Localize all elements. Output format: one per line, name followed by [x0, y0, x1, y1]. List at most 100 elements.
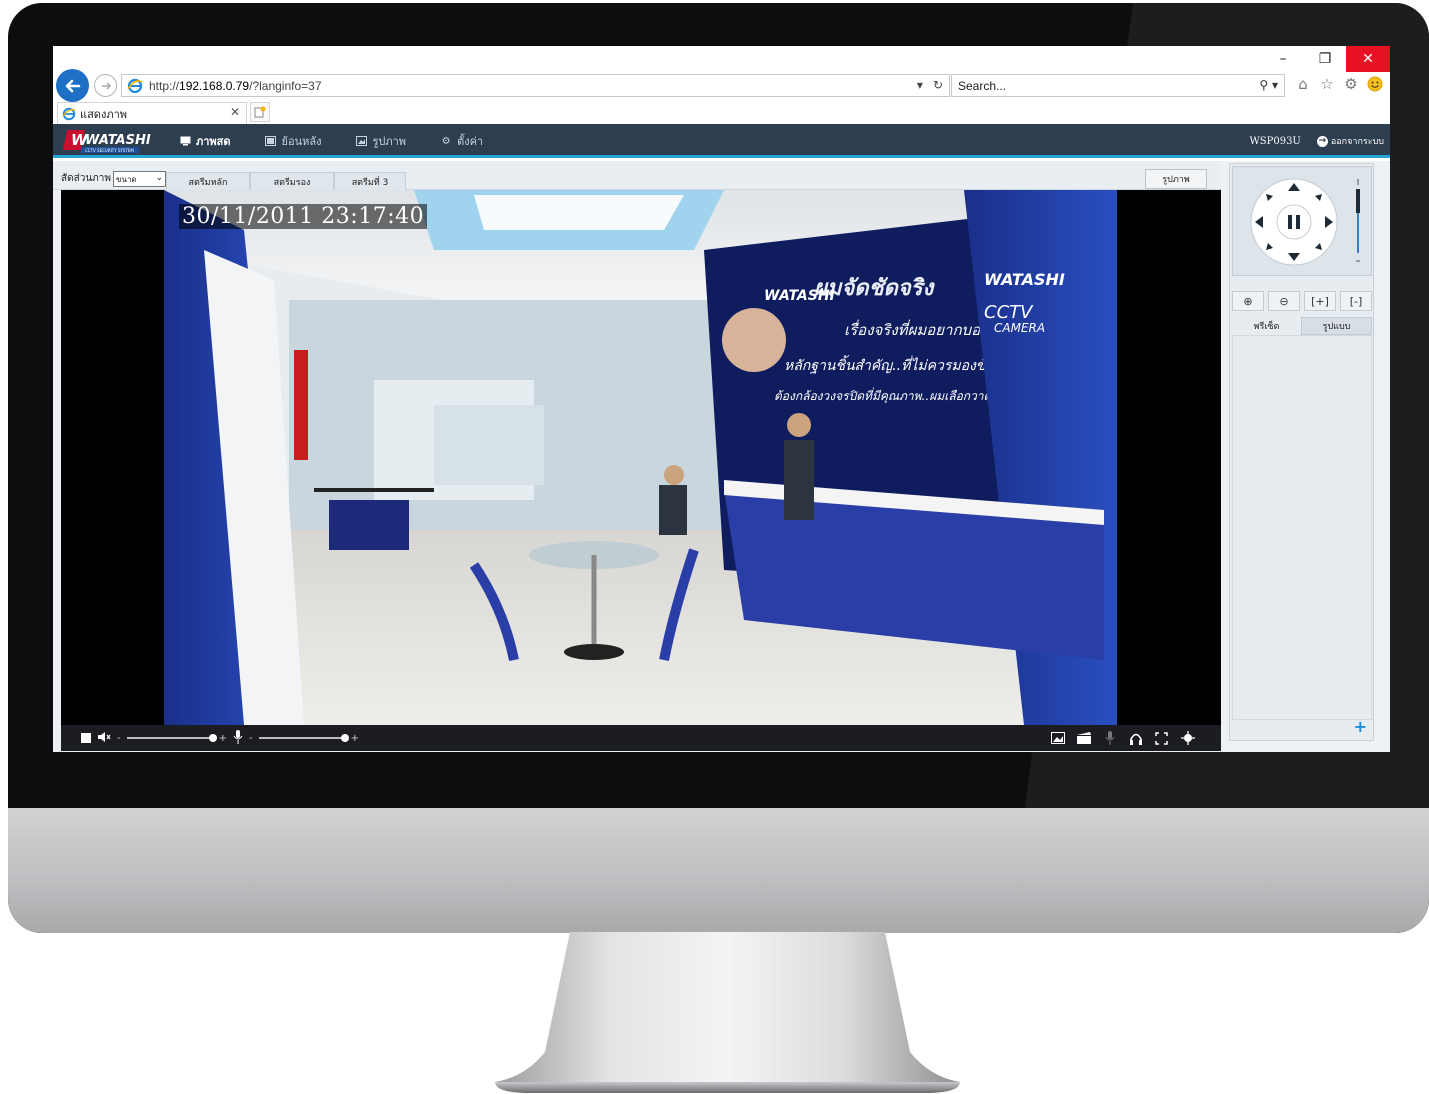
tab-preset[interactable]: พรีเซ็ต	[1232, 317, 1301, 335]
favorites-star-icon[interactable]: ☆	[1318, 75, 1336, 93]
svg-text:CCTV: CCTV	[984, 302, 1034, 323]
tab-sub-stream[interactable]: สตรีมรอง	[250, 172, 334, 190]
settings-gear-icon[interactable]: ⚙	[1342, 75, 1360, 93]
volume-plus: +	[218, 732, 227, 744]
zoom-in-icon[interactable]: ⊕	[1232, 291, 1264, 311]
ptz-target-icon[interactable]	[1180, 731, 1195, 745]
restore-button[interactable]: ❐	[1304, 46, 1346, 72]
url-path: /?langinfo=37	[249, 78, 322, 93]
logout-icon: →	[1316, 135, 1328, 147]
live-view-main: สัดส่วนภาพ ขนาด ⌄ สตรีมหลัก สตรีมรอง สตร…	[53, 161, 1390, 752]
home-icon[interactable]: ⌂	[1294, 75, 1312, 93]
url-host: 192.168.0.79	[179, 78, 250, 93]
refresh-icon[interactable]: ↻	[933, 78, 943, 92]
tab-close-icon[interactable]: ✕	[230, 105, 240, 119]
snapshot-image-icon[interactable]	[1050, 731, 1065, 745]
username: WSP093U	[1249, 135, 1301, 147]
nav-pictures-label: รูปภาพ	[372, 135, 407, 148]
logout-button[interactable]: → ออกจากระบบ	[1316, 134, 1384, 148]
mic-minus: -	[249, 732, 253, 744]
search-icon[interactable]: ⚲ ▾	[1259, 78, 1278, 92]
film-icon	[265, 136, 277, 147]
browser-tab[interactable]: แสดงภาพ ✕	[57, 102, 247, 124]
url-prefix: http://	[149, 78, 180, 93]
tab-title: แสดงภาพ	[80, 107, 127, 121]
monitor-stand	[495, 932, 960, 1093]
mic-plus: +	[350, 732, 359, 744]
browser-toolbar: ⌂ ☆ ⚙	[1294, 75, 1384, 93]
aspect-ratio-select[interactable]: ขนาด ⌄	[113, 171, 166, 187]
search-bar[interactable]: Search... ⚲ ▾	[951, 74, 1285, 97]
focus-far-icon[interactable]: [-]	[1340, 291, 1372, 311]
nav-live-label: ภาพสด	[196, 135, 231, 148]
brand-text: WATASHI	[85, 133, 151, 148]
preset-list	[1232, 335, 1372, 720]
ptz-control-box	[1232, 166, 1372, 276]
aspect-ratio-label: สัดส่วนภาพ	[61, 173, 111, 184]
zoom-focus-row: ⊕ ⊖ [+] [-]	[1232, 291, 1372, 311]
new-tab-button[interactable]	[250, 102, 270, 122]
microphone-icon[interactable]	[233, 729, 243, 747]
view-toolbar: สัดส่วนภาพ ขนาด ⌄ สตรีมหลัก สตรีมรอง สตร…	[53, 161, 1221, 190]
mic-slider[interactable]	[258, 734, 349, 742]
volume-slider[interactable]	[126, 734, 217, 742]
ptz-speed-slider[interactable]	[1355, 177, 1361, 265]
stop-icon[interactable]	[81, 733, 91, 743]
camera-feed: ผมจัดชัดจริง WATASHI เรื่องจริงที่ผมอยาก…	[164, 190, 1117, 725]
browser-chrome: – ❐ ✕ http://192.168.0.79/?langinfo=37 ▾	[53, 46, 1390, 124]
record-clapper-icon[interactable]	[1076, 731, 1091, 745]
address-bar[interactable]: http://192.168.0.79/?langinfo=37 ▾ ↻	[121, 74, 950, 97]
nav-playback-label: ย้อนหลัง	[281, 135, 322, 148]
nav-settings[interactable]: ⚙ ตั้งค่า	[440, 124, 501, 158]
mic-knob[interactable]	[340, 734, 349, 742]
ptz-direction-pad[interactable]	[1249, 177, 1339, 267]
tab-third-stream[interactable]: สตรีมที่ 3	[334, 172, 406, 190]
fullscreen-icon[interactable]	[1154, 731, 1169, 745]
nav-pictures[interactable]: รูปภาพ	[355, 124, 424, 158]
nav-settings-label: ตั้งค่า	[457, 135, 484, 148]
snapshot-button[interactable]: รูปภาพ	[1145, 169, 1207, 189]
tab-pattern[interactable]: รูปแบบ	[1301, 317, 1372, 335]
zoom-out-icon[interactable]: ⊖	[1268, 291, 1300, 311]
new-tab-icon	[254, 106, 266, 118]
url-text: http://192.168.0.79/?langinfo=37	[149, 79, 322, 93]
window-controls: – ❐ ✕	[1262, 46, 1390, 72]
forward-button[interactable]	[94, 74, 117, 97]
nav-live-view[interactable]: ภาพสด	[179, 124, 249, 158]
focus-near-icon[interactable]: [+]	[1304, 291, 1336, 311]
tab-ie-icon	[62, 107, 76, 120]
volume-minus: -	[117, 732, 121, 744]
main-nav: ภาพสด ย้อนหลัง รูปภาพ ⚙ ตั้งค่า	[179, 124, 517, 158]
preset-tabs: พรีเซ็ต รูปแบบ	[1232, 317, 1372, 335]
tab-main-stream[interactable]: สตรีมหลัก	[166, 172, 250, 190]
smiley-glyph	[1367, 76, 1383, 92]
brand-tagline: CCTV SECURITY SYSTEM	[85, 148, 134, 153]
audio-controls: - + - +	[81, 725, 359, 751]
speaker-mute-icon[interactable]	[97, 731, 111, 746]
nav-playback[interactable]: ย้อนหลัง	[265, 124, 340, 158]
gear-icon: ⚙	[441, 135, 451, 147]
osd-timestamp: 30/11/2011 23:17:40	[179, 204, 428, 229]
talk-mic-icon[interactable]	[1102, 731, 1117, 745]
search-input[interactable]: Search...	[958, 79, 1006, 93]
camera-scene-image: ผมจัดชัดจริง WATASHI เรื่องจริงที่ผมอยาก…	[164, 190, 1117, 725]
video-viewport[interactable]: ผมจัดชัดจริง WATASHI เรื่องจริงที่ผมอยาก…	[61, 190, 1221, 725]
user-area: WSP093U → ออกจากระบบ	[1249, 124, 1384, 158]
ie-logo-icon	[127, 78, 143, 93]
svg-text:ต้องกล้องวงจรปิดที่มีคุณภาพ..ผ: ต้องกล้องวงจรปิดที่มีคุณภาพ..ผมเลือกวาตา…	[774, 387, 1008, 404]
svg-text:เรื่องจริงที่ผมอยากบอก..: เรื่องจริงที่ผมอยากบอก..	[844, 319, 999, 339]
dropdown-icon[interactable]: ▾	[917, 78, 923, 92]
app-header: W WATASHI CCTV SECURITY SYSTEM ภาพสด ย้อ…	[53, 124, 1390, 158]
headset-icon[interactable]	[1128, 731, 1143, 745]
close-button[interactable]: ✕	[1346, 46, 1390, 72]
player-controls: - + - +	[61, 725, 1221, 751]
back-button[interactable]	[56, 69, 89, 102]
svg-text:WATASHI: WATASHI	[764, 288, 835, 304]
volume-knob[interactable]	[208, 734, 217, 742]
minimize-button[interactable]: –	[1262, 46, 1304, 72]
add-preset-button[interactable]: +	[1354, 717, 1367, 736]
image-icon	[355, 136, 367, 147]
chevron-down-icon: ⌄	[155, 173, 163, 183]
smiley-feedback-icon[interactable]	[1366, 75, 1384, 93]
monitor-chin	[8, 808, 1429, 933]
